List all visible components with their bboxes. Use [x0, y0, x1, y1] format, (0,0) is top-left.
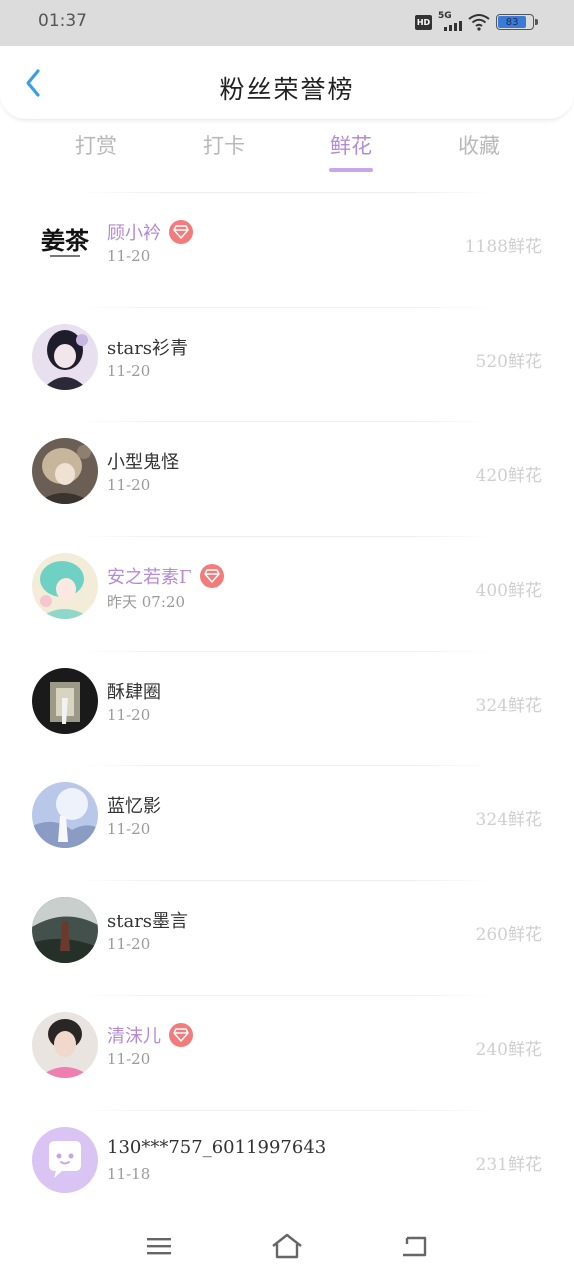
status-icons: HD 5G 83	[415, 11, 538, 32]
ranking-list: 姜茶 顾小衿 11-20 1188鲜花 stars衫青 11-20 520鲜花 …	[0, 186, 574, 1218]
flower-count: 324鲜花	[475, 810, 542, 831]
hd-icon: HD	[415, 14, 432, 30]
list-item[interactable]: 姜茶 顾小衿 11-20 1188鲜花	[0, 186, 574, 301]
flower-count: 420鲜花	[475, 466, 542, 487]
home-icon	[272, 1233, 302, 1259]
diamond-icon	[169, 220, 193, 244]
user-name: 顾小衿	[107, 223, 161, 244]
date-text: 11-20	[107, 820, 151, 839]
avatar	[32, 1126, 98, 1193]
avatar: 姜茶	[32, 209, 98, 275]
user-name: 安之若素Γ	[107, 567, 192, 589]
menu-icon	[147, 1238, 171, 1255]
tab-bar: 打赏 打卡 鲜花 收藏	[0, 130, 574, 180]
flower-count: 231鲜花	[475, 1154, 542, 1175]
page-title: 粉丝荣誉榜	[219, 75, 355, 104]
back-icon	[403, 1236, 427, 1257]
avatar	[32, 782, 98, 849]
diamond-icon	[199, 564, 224, 589]
system-nav-bar	[0, 1218, 574, 1280]
tab-daka[interactable]: 打卡	[179, 130, 269, 160]
back-nav-button[interactable]	[394, 1230, 434, 1262]
avatar	[32, 897, 98, 964]
avatar	[32, 553, 98, 620]
menu-button[interactable]	[139, 1230, 179, 1262]
battery-icon: 83	[496, 14, 538, 30]
date-text: 11-20	[107, 705, 151, 724]
date-text: 11-18	[107, 1164, 151, 1183]
list-item[interactable]: 小型鬼怪 11-20 420鲜花	[0, 415, 574, 530]
status-time: 01:37	[38, 11, 87, 31]
user-name: stars衫青	[107, 337, 189, 359]
date-text: 11-20	[107, 1049, 151, 1068]
user-name: 酥肆圈	[107, 681, 161, 703]
list-item[interactable]: 蓝忆影 11-20 324鲜花	[0, 759, 574, 874]
flower-count: 400鲜花	[475, 581, 542, 602]
user-name: 130***757_6011997643	[107, 1136, 327, 1158]
list-item[interactable]: stars墨言 11-20 260鲜花	[0, 874, 574, 989]
flower-count: 1188鲜花	[464, 237, 542, 257]
flower-count: 324鲜花	[475, 695, 542, 716]
user-name: 小型鬼怪	[107, 452, 179, 474]
list-item[interactable]: stars衫青 11-20 520鲜花	[0, 301, 574, 416]
header: 粉丝荣誉榜	[0, 46, 574, 120]
avatar	[32, 438, 98, 505]
list-item[interactable]: 130***757_6011997643 11-18 231鲜花	[0, 1104, 574, 1219]
date-text: 11-20	[107, 361, 151, 380]
date-text: 11-20	[107, 935, 151, 954]
signal-5g-icon: 5G	[438, 11, 462, 31]
list-item[interactable]: 安之若素Γ 昨天 07:20 400鲜花	[0, 530, 574, 645]
user-name: 蓝忆影	[107, 796, 161, 818]
tab-xianhua[interactable]: 鲜花	[306, 130, 396, 160]
date-text: 11-20	[107, 476, 151, 495]
avatar	[32, 1011, 98, 1078]
avatar	[32, 323, 98, 390]
user-name: stars墨言	[107, 911, 189, 933]
flower-count: 520鲜花	[475, 351, 542, 372]
diamond-icon	[169, 1022, 193, 1047]
date-text: 11-20	[107, 247, 151, 265]
flower-count: 260鲜花	[475, 925, 542, 946]
wifi-icon	[468, 14, 490, 31]
active-tab-indicator	[329, 168, 373, 172]
status-bar: 01:37 HD 5G 83	[0, 0, 574, 46]
battery-level: 83	[498, 16, 527, 28]
tab-dashang[interactable]: 打赏	[51, 130, 141, 160]
avatar	[32, 667, 98, 734]
list-item[interactable]: 酥肆圈 11-20 324鲜花	[0, 645, 574, 760]
date-text: 昨天 07:20	[107, 593, 185, 612]
avatar-logo-text: 姜茶	[41, 226, 90, 255]
flower-count: 240鲜花	[475, 1039, 542, 1060]
user-name: 清沫儿	[107, 1025, 161, 1047]
home-button[interactable]	[267, 1230, 307, 1262]
tab-shoucang[interactable]: 收藏	[434, 130, 524, 160]
list-item[interactable]: 清沫儿 11-20 240鲜花	[0, 989, 574, 1104]
